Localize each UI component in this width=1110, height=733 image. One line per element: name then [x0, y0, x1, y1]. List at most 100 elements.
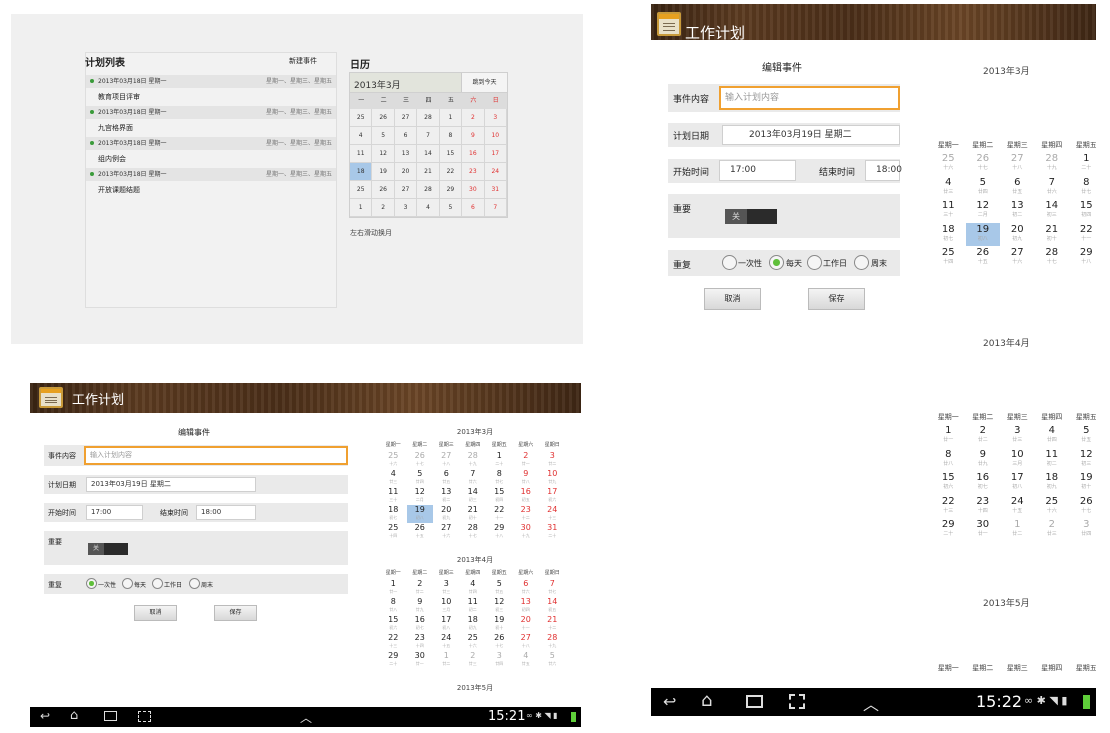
calendar-day[interactable]: 13 初四 [513, 597, 540, 615]
calendar-day[interactable]: 23 [462, 163, 485, 181]
calendar-day[interactable]: 6 廿五 [1000, 176, 1035, 200]
home-icon[interactable]: ⌂ [70, 708, 78, 723]
repeat-weekend-radio[interactable] [189, 578, 200, 589]
content-input-portrait[interactable]: 输入计划内容 [719, 86, 900, 110]
calendar-day[interactable]: 22 十三 [380, 633, 407, 651]
calendar-day[interactable]: 11 初二 [460, 597, 487, 615]
calendar-day[interactable]: 5 廿五 [1069, 424, 1096, 448]
calendar-day[interactable]: 25 十六 [460, 633, 487, 651]
calendar-day[interactable]: 12 初三 [1069, 448, 1096, 472]
calendar-day[interactable]: 25 十四 [380, 523, 407, 541]
calendar-day[interactable]: 6 廿六 [513, 579, 540, 597]
screenshot-icon[interactable] [789, 694, 805, 709]
calendar-day[interactable]: 26 十七 [486, 633, 513, 651]
up-chevron-icon[interactable]: ︿ [863, 691, 879, 715]
calendar-day[interactable]: 30 十九 [513, 523, 540, 541]
calendar-day[interactable]: 12 二月 [407, 487, 434, 505]
calendar-day[interactable]: 29 二十 [931, 518, 966, 542]
calendar-day[interactable]: 5 廿五 [486, 579, 513, 597]
calendar-day[interactable]: 21 [417, 163, 440, 181]
up-chevron-icon[interactable]: ︿ [300, 709, 312, 726]
start-time-field-portrait[interactable]: 17:00 [719, 160, 796, 181]
calendar-day[interactable]: 2 廿三 [1035, 518, 1070, 542]
calendar-day[interactable]: 8 廿七 [1069, 176, 1096, 200]
calendar-day[interactable]: 26 十七 [1069, 495, 1096, 519]
jump-today-button[interactable]: 跳到今天 [461, 73, 507, 92]
calendar-day[interactable]: 31 二十 [539, 523, 566, 541]
calendar-day[interactable]: 25 [350, 109, 373, 127]
calendar-day[interactable]: 23 十四 [407, 633, 434, 651]
recent-apps-icon[interactable] [104, 711, 117, 721]
repeat-weekday-radio-portrait[interactable] [807, 255, 822, 270]
calendar-day[interactable]: 19 初十 [1069, 471, 1096, 495]
calendar-day[interactable]: 18 初九 [460, 615, 487, 633]
repeat-daily-radio-portrait[interactable] [769, 255, 784, 270]
calendar-day[interactable]: 13 初二 [433, 487, 460, 505]
end-time-field[interactable]: 18:00 [196, 505, 256, 520]
calendar-day[interactable]: 6 [394, 127, 418, 145]
calendar-day[interactable]: 18 初九 [1035, 471, 1070, 495]
calendar-day[interactable]: 20 初九 [1000, 223, 1035, 247]
calendar-day[interactable]: 9 廿九 [407, 597, 434, 615]
calendar-day[interactable]: 26 十五 [407, 523, 434, 541]
calendar-day[interactable]: 4 廿四 [1035, 424, 1070, 448]
calendar-day[interactable]: 16 初七 [966, 471, 1001, 495]
repeat-once-radio-portrait[interactable] [722, 255, 737, 270]
calendar-day[interactable]: 12 [372, 145, 395, 163]
calendar-day[interactable]: 2 [462, 109, 485, 127]
calendar-day[interactable]: 18 初七 [931, 223, 966, 247]
calendar-day[interactable]: 22 [439, 163, 463, 181]
calendar-day[interactable]: 27 [394, 181, 418, 199]
calendar-day[interactable]: 28 [417, 181, 440, 199]
calendar-day[interactable]: 12 初三 [486, 597, 513, 615]
calendar-day[interactable]: 19 [372, 163, 395, 181]
calendar-day[interactable]: 28 十九 [539, 633, 566, 651]
calendar-day[interactable]: 3 廿三 [1000, 424, 1035, 448]
calendar-day[interactable]: 30 [462, 181, 485, 199]
calendar-day[interactable]: 28 十七 [460, 523, 487, 541]
plan-item[interactable]: 2013年03月18日 星期一 星期一、星期三、星期五 教育项目评审 [86, 75, 336, 106]
calendar-day[interactable]: 16 初五 [513, 487, 540, 505]
back-icon[interactable]: ↩ [40, 709, 50, 723]
calendar-day[interactable]: 16 [462, 145, 485, 163]
calendar-day[interactable]: 8 廿七 [486, 469, 513, 487]
calendar-day[interactable]: 1 二十 [486, 451, 513, 469]
calendar-day[interactable]: 16 初七 [407, 615, 434, 633]
calendar-day[interactable]: 12 二月 [966, 199, 1001, 223]
calendar-day[interactable]: 1 廿二 [433, 651, 460, 669]
date-field-portrait[interactable]: 2013年03月19日 星期二 [722, 125, 900, 145]
repeat-weekend-radio-portrait[interactable] [854, 255, 869, 270]
calendar-day[interactable]: 23 十二 [513, 505, 540, 523]
calendar-day[interactable]: 19 初八 [965, 222, 1000, 246]
home-icon[interactable]: ⌂ [701, 690, 712, 711]
calendar-day[interactable]: 18 初七 [380, 505, 407, 523]
repeat-daily-radio[interactable] [122, 578, 133, 589]
calendar-day[interactable]: 2 [372, 199, 395, 217]
date-field[interactable]: 2013年03月19日 星期二 [86, 477, 256, 492]
calendar-day[interactable]: 5 廿四 [966, 176, 1001, 200]
cancel-button-portrait[interactable]: 取消 [704, 288, 761, 310]
calendar-day[interactable]: 14 [417, 145, 440, 163]
calendar-day[interactable]: 6 [462, 199, 485, 217]
calendar-day[interactable]: 15 [439, 145, 463, 163]
calendar-day[interactable]: 30 廿一 [407, 651, 434, 669]
calendar-day[interactable]: 29 二十 [380, 651, 407, 669]
calendar-day[interactable]: 2 廿一 [513, 451, 540, 469]
calendar-day[interactable]: 3 廿四 [486, 651, 513, 669]
save-button[interactable]: 保存 [214, 605, 257, 621]
calendar-day[interactable]: 4 廿三 [380, 469, 407, 487]
plan-item[interactable]: 2013年03月18日 星期一 星期一、星期三、星期五 开放课题结题 [86, 168, 336, 199]
content-input[interactable]: 输入计划内容 [84, 446, 348, 465]
calendar-day[interactable]: 7 廿六 [1035, 176, 1070, 200]
calendar-day[interactable]: 15 初四 [486, 487, 513, 505]
screenshot-icon[interactable] [138, 711, 151, 722]
important-toggle[interactable]: 关 [88, 543, 128, 555]
calendar-day[interactable]: 26 十七 [966, 152, 1001, 176]
back-icon[interactable]: ↩ [663, 692, 676, 711]
calendar-day[interactable]: 2 廿三 [460, 651, 487, 669]
calendar-day[interactable]: 8 廿八 [380, 597, 407, 615]
calendar-day[interactable]: 4 [350, 127, 373, 145]
calendar-day[interactable]: 5 [372, 127, 395, 145]
calendar-day[interactable]: 4 廿四 [460, 579, 487, 597]
calendar-day[interactable]: 18 [350, 163, 373, 181]
